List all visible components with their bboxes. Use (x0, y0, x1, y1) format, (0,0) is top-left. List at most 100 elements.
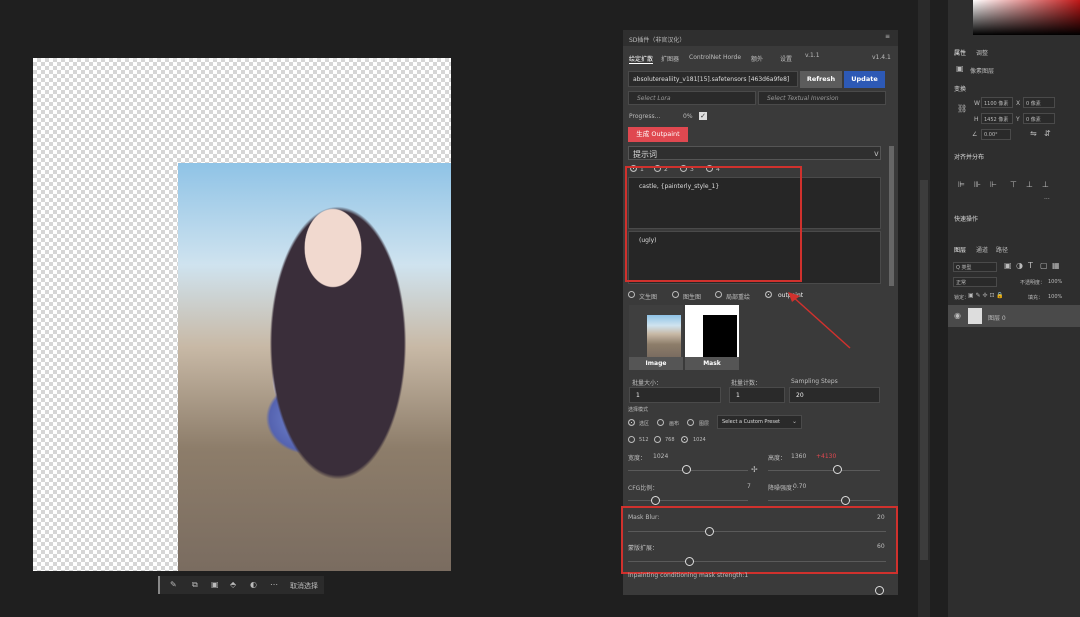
lock-icons[interactable]: ▣ ✎ ✢ ⊡ 🔒 (968, 292, 1004, 299)
blend-mode-select[interactable]: 正常 (953, 277, 997, 287)
align-middle-icon[interactable]: ⊥ (1026, 180, 1033, 190)
y-label: Y (1016, 116, 1020, 123)
angle-input[interactable]: 0.00° (981, 129, 1011, 140)
more-icon[interactable]: ⋯ (270, 580, 278, 590)
filter-adjust-icon[interactable]: ◑ (1016, 261, 1023, 271)
tab-properties[interactable]: 属性 (954, 48, 966, 57)
opacity-value[interactable]: 100% (1048, 279, 1062, 285)
res-radio-1024[interactable] (681, 436, 688, 443)
tab-channels[interactable]: 通道 (976, 245, 988, 254)
prompt-header[interactable]: 提示词 v (628, 146, 881, 160)
update-button[interactable]: Update (844, 71, 885, 88)
res-radio-512[interactable] (628, 436, 635, 443)
selection-toolbar: ✎ ⧉ ▣ ⬘ ◐ ⋯ 取消选择 (158, 576, 324, 594)
sampling-steps-input[interactable]: 20 (789, 387, 880, 403)
filter-shape-icon[interactable]: ▢ (1040, 261, 1048, 271)
height-slider-knob[interactable] (833, 465, 842, 474)
crop-icon[interactable]: ⧉ (192, 580, 198, 590)
cfg-slider-track[interactable] (628, 500, 748, 501)
align-top-icon[interactable]: ⊤ (1010, 180, 1017, 190)
eye-icon[interactable]: ◉ (954, 311, 961, 321)
align-center-icon[interactable]: ⊪ (974, 180, 981, 190)
mode-radio-img2img[interactable] (672, 291, 679, 298)
color-picker-shade (973, 0, 1080, 35)
y-input[interactable]: 0 像素 (1023, 113, 1055, 124)
brush-icon[interactable]: ✎ (170, 580, 177, 590)
lora-select[interactable]: Select Lora (628, 91, 756, 105)
custom-preset-select[interactable]: Select a Custom Preset ⌄ (717, 415, 802, 429)
res-radio-768[interactable] (654, 436, 661, 443)
chevron-down-icon: v (874, 149, 879, 158)
fill-value[interactable]: 100% (1048, 294, 1062, 300)
prompt-highlight-box (625, 166, 802, 282)
tab-extra[interactable]: 额外 (751, 54, 763, 63)
batch-count-input[interactable]: 1 (729, 387, 785, 403)
mask-icon[interactable]: ◐ (250, 580, 257, 590)
opacity-label: 不透明度： (1020, 280, 1046, 286)
tab-controlnet[interactable]: ControlNet (689, 54, 721, 61)
canvas-image (178, 163, 451, 571)
h-label: H (974, 116, 979, 123)
width-slider-knob[interactable] (682, 465, 691, 474)
generate-outpaint-button[interactable]: 生成 Outpaint (628, 127, 688, 142)
mask-button[interactable]: Mask (685, 357, 739, 370)
align-left-icon[interactable]: ⊫ (958, 180, 965, 190)
selection-mode-label: 选择模式 (628, 407, 649, 413)
cfg-slider-knob[interactable] (651, 496, 660, 505)
denoise-slider-track[interactable] (768, 500, 880, 501)
panel-menu-icon[interactable]: ≡ (885, 33, 890, 40)
textual-inversion-select[interactable]: Select Textual Inversion (758, 91, 886, 105)
layer-kind-filter[interactable]: Q 类型 (953, 262, 997, 272)
selection-radio-canvas[interactable] (657, 419, 664, 426)
batch-size-label: 批量大小： (632, 380, 663, 387)
align-right-icon[interactable]: ⊩ (990, 180, 997, 190)
link-icon[interactable]: ⛓ (957, 104, 967, 114)
align-bottom-icon[interactable]: ⊥ (1042, 180, 1049, 190)
height-value: 1360 (791, 453, 807, 460)
conditioning-label: Inpainting conditioning mask strength:1 (628, 572, 749, 579)
denoise-slider-knob[interactable] (841, 496, 850, 505)
cancel-selection-button[interactable]: 取消选择 (290, 581, 318, 591)
selection-icon[interactable]: ⬘ (230, 580, 236, 590)
tab-horde[interactable]: Horde (723, 54, 741, 61)
progress-checkbox[interactable]: ✓ (699, 112, 707, 120)
tab-txt2img[interactable]: 绘定扩散 (629, 54, 654, 64)
tab-adjustments[interactable]: 调整 (976, 48, 988, 57)
selection-radio-layer[interactable] (687, 419, 694, 426)
layer-name: 图层 0 (988, 315, 1006, 322)
layer-row[interactable]: ◉ 图层 0 (948, 305, 1080, 327)
batch-size-input[interactable]: 1 (629, 387, 721, 403)
height-slider-track[interactable] (768, 470, 880, 471)
mode-radio-txt2img[interactable] (628, 291, 635, 298)
height-input[interactable]: 1452 像素 (981, 113, 1013, 124)
stamp-icon[interactable]: ▣ (211, 580, 219, 590)
filter-smart-icon[interactable]: ▦ (1052, 261, 1060, 271)
filter-pixel-icon[interactable]: ▣ (1004, 261, 1012, 271)
x-input[interactable]: 0 像素 (1023, 97, 1055, 108)
width-input[interactable]: 1100 像素 (981, 97, 1013, 108)
mode-radio-inpaint[interactable] (715, 291, 722, 298)
image-button[interactable]: Image (629, 357, 683, 370)
mode-radio-outpaint[interactable] (765, 291, 772, 298)
quick-actions-label: 快速操作 (954, 216, 979, 223)
tab-paths[interactable]: 路径 (996, 245, 1008, 254)
flip-horizontal-icon[interactable]: ⇋ (1030, 129, 1037, 139)
refresh-button[interactable]: Refresh (800, 71, 842, 88)
selection-radio-area[interactable] (628, 419, 635, 426)
more-icon[interactable]: ··· (1044, 196, 1050, 203)
link-icon[interactable]: ✢ (751, 465, 758, 475)
progress-label: Progress... (629, 113, 661, 120)
tab-outpainter[interactable]: 扩图器 (661, 54, 679, 63)
panel-scrollbar[interactable] (889, 146, 894, 286)
align-label: 对齐并分布 (954, 154, 985, 161)
flip-vertical-icon[interactable]: ⇵ (1044, 129, 1051, 139)
conditioning-slider-knob[interactable] (875, 586, 884, 595)
scrollbar-thumb[interactable] (920, 180, 928, 560)
model-select[interactable]: absoluterealiity_v181[15].safetensors [4… (628, 71, 798, 87)
filter-type-icon[interactable]: T (1028, 261, 1033, 271)
tab-layers[interactable]: 图层 (954, 245, 966, 254)
tab-settings[interactable]: 设置 (780, 54, 792, 63)
mask-settings-highlight-box (621, 506, 898, 574)
chevron-down-icon: ⌄ (792, 418, 798, 425)
mask-thumbnail[interactable] (685, 305, 739, 357)
